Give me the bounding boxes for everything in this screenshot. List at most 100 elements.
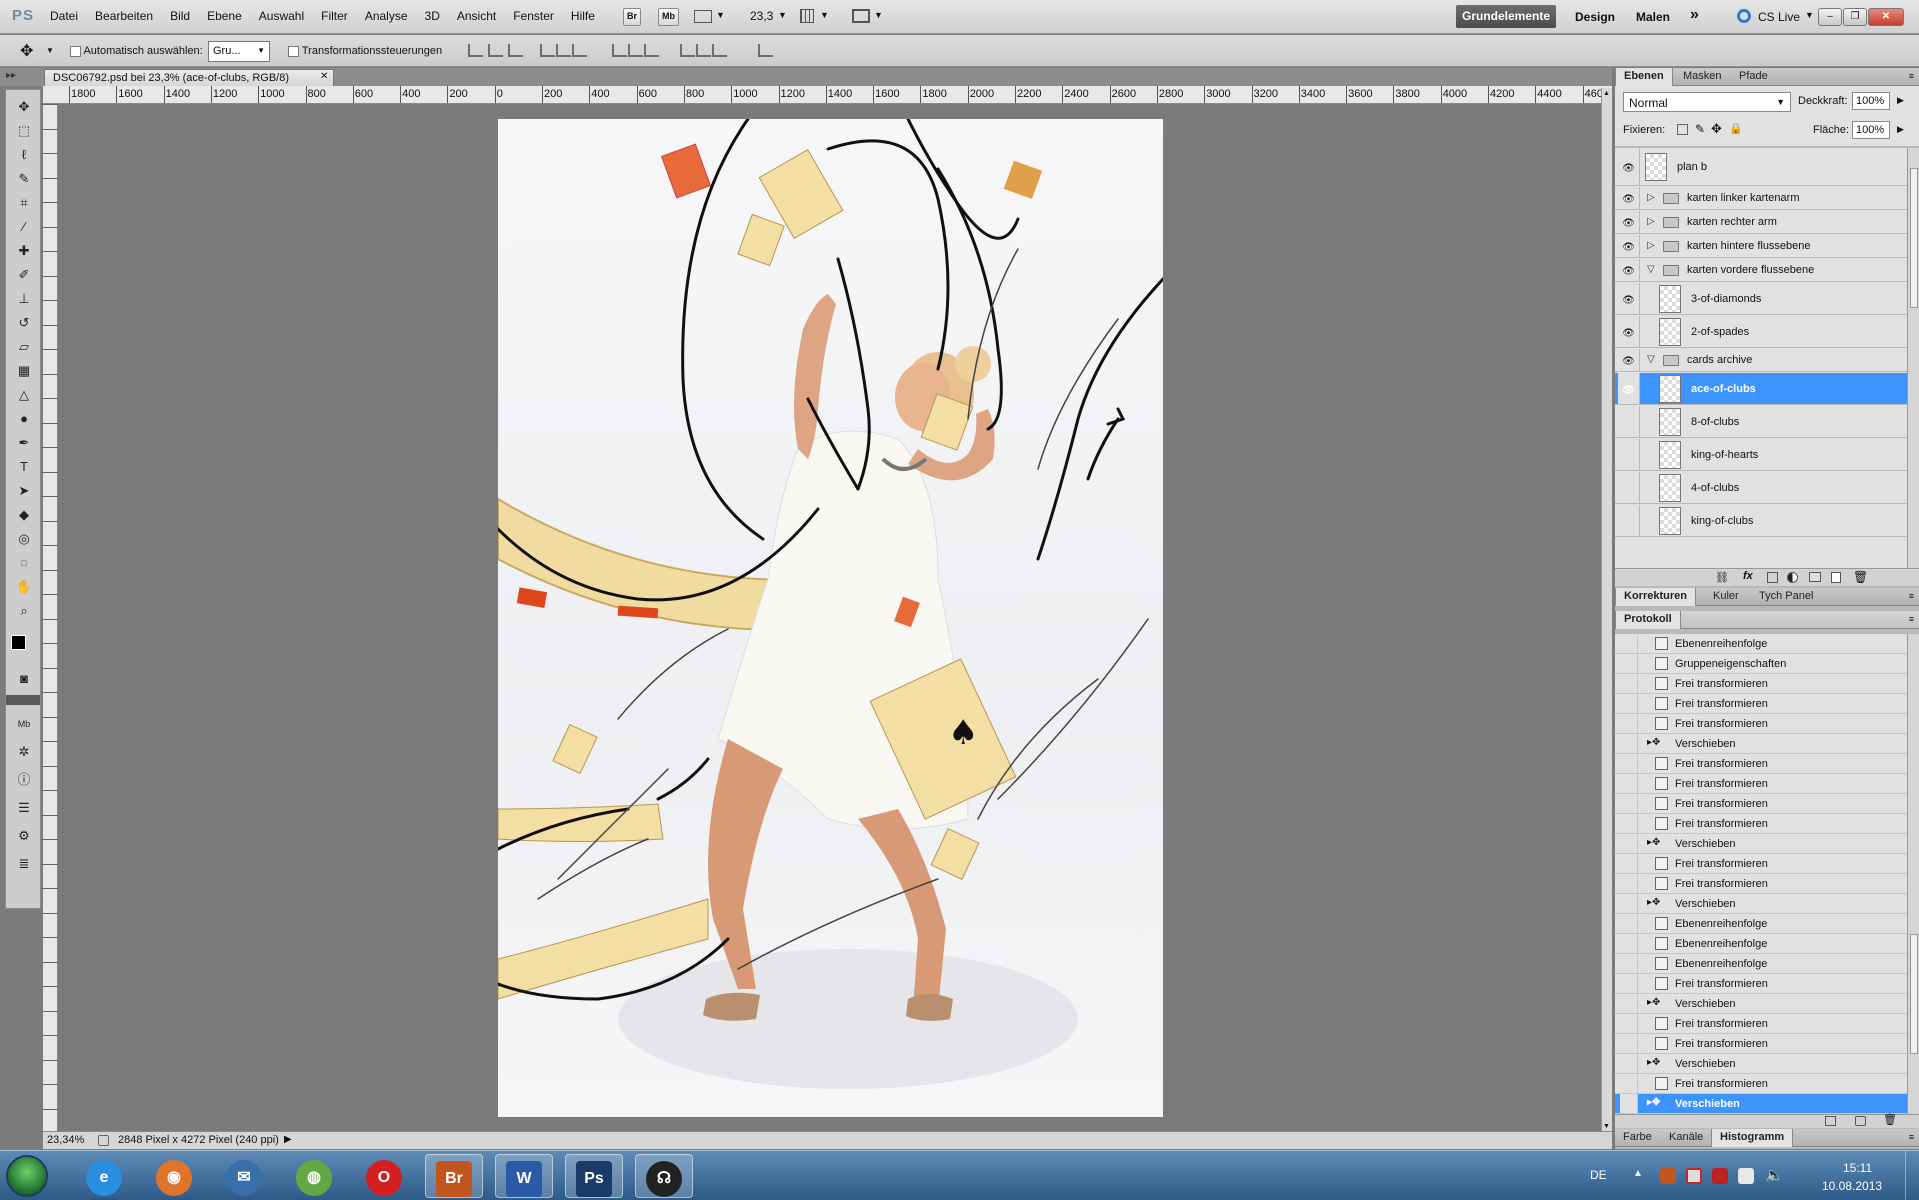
new-document-from-state-icon[interactable] bbox=[1825, 1116, 1836, 1126]
pen-tool-icon[interactable]: ✒ bbox=[14, 434, 34, 452]
taskbar-app-word[interactable]: W bbox=[495, 1154, 553, 1198]
workspace-more-button[interactable]: » bbox=[1690, 6, 1699, 24]
history-brush-source[interactable] bbox=[1620, 894, 1638, 913]
align-distribute-icon[interactable] bbox=[612, 44, 627, 57]
view-extras-icon[interactable] bbox=[694, 10, 712, 23]
lock-all-icon[interactable]: 🔒 bbox=[1729, 122, 1743, 135]
fill-slider-arrow-icon[interactable]: ▶ bbox=[1897, 124, 1904, 135]
expand-triangle-icon[interactable]: ▷ bbox=[1647, 192, 1655, 203]
align-distribute-icon[interactable] bbox=[508, 44, 523, 57]
history-brush-source[interactable] bbox=[1620, 1054, 1638, 1073]
scroll-down-icon[interactable]: ▼ bbox=[1603, 1123, 1610, 1130]
tab-channels[interactable]: Kanäle bbox=[1661, 1129, 1711, 1147]
tab-kuler[interactable]: Kuler bbox=[1705, 588, 1747, 606]
align-distribute-icon[interactable] bbox=[556, 44, 571, 57]
history-item[interactable]: Gruppeneigenschaften bbox=[1615, 654, 1907, 674]
new-layer-icon[interactable] bbox=[1831, 572, 1841, 583]
history-item[interactable]: ▸✥ Verschieben bbox=[1615, 734, 1907, 754]
history-brush-tool-icon[interactable]: ↺ bbox=[14, 314, 34, 332]
layer-row[interactable]: 4-of-clubs bbox=[1615, 472, 1907, 504]
align-distribute-icon[interactable] bbox=[696, 44, 711, 57]
close-document-icon[interactable]: ✕ bbox=[320, 71, 328, 82]
history-item[interactable]: Frei transformieren bbox=[1615, 774, 1907, 794]
history-brush-source[interactable] bbox=[1620, 874, 1638, 893]
layer-row[interactable]: plan b bbox=[1615, 148, 1907, 186]
visibility-eye-icon[interactable] bbox=[1618, 349, 1640, 371]
screen-mode-icon[interactable] bbox=[852, 9, 870, 23]
hand-tool-icon[interactable]: ✋ bbox=[14, 578, 34, 596]
visibility-eye-icon[interactable] bbox=[1618, 235, 1640, 257]
status-menu-arrow-icon[interactable]: ▶ bbox=[284, 1134, 292, 1145]
menu-3d[interactable]: 3D bbox=[425, 9, 440, 23]
lock-transparency-icon[interactable] bbox=[1677, 124, 1688, 135]
clone-stamp-tool-icon[interactable]: ⊥ bbox=[14, 290, 34, 308]
menu-datei[interactable]: Datei bbox=[50, 9, 78, 23]
menu-ebene[interactable]: Ebene bbox=[207, 9, 242, 23]
show-desktop-button[interactable] bbox=[1905, 1151, 1919, 1200]
history-item[interactable]: Frei transformieren bbox=[1615, 814, 1907, 834]
history-brush-source[interactable] bbox=[1620, 714, 1638, 733]
brush-tool-icon[interactable]: ✐ bbox=[14, 266, 34, 284]
align-distribute-icon[interactable] bbox=[468, 44, 483, 57]
start-button[interactable] bbox=[6, 1155, 48, 1197]
history-item[interactable]: Ebenenreihenfolge bbox=[1615, 934, 1907, 954]
workspace-paint-button[interactable]: Malen bbox=[1636, 10, 1670, 24]
zoom-tool-icon[interactable]: ⌕ bbox=[14, 602, 34, 620]
visibility-eye-icon[interactable] bbox=[1618, 283, 1640, 314]
history-brush-source[interactable] bbox=[1620, 934, 1638, 953]
bridge-button[interactable]: Br bbox=[623, 8, 642, 26]
healing-brush-tool-icon[interactable]: ✚ bbox=[14, 242, 34, 260]
expand-triangle-open-icon[interactable]: ▽ bbox=[1647, 354, 1655, 365]
history-brush-source[interactable] bbox=[1620, 1094, 1638, 1113]
eyedropper-tool-icon[interactable]: ⁄ bbox=[14, 218, 34, 236]
cs-live-menu[interactable]: CS Live bbox=[1758, 10, 1800, 24]
layer-row[interactable]: 8-of-clubs bbox=[1615, 406, 1907, 438]
tab-color[interactable]: Farbe bbox=[1615, 1129, 1660, 1147]
history-item[interactable]: Frei transformieren bbox=[1615, 1034, 1907, 1054]
align-distribute-icon[interactable] bbox=[758, 44, 773, 57]
expand-triangle-open-icon[interactable]: ▽ bbox=[1647, 264, 1655, 275]
history-brush-source[interactable] bbox=[1620, 754, 1638, 773]
gradient-tool-icon[interactable]: ▦ bbox=[14, 362, 34, 380]
security-tray-icon[interactable] bbox=[1712, 1168, 1728, 1184]
zoom-menu[interactable]: 23,3 bbox=[750, 9, 773, 23]
panel-menu-icon[interactable]: ≡ bbox=[1909, 591, 1914, 601]
menu-filter[interactable]: Filter bbox=[321, 9, 348, 23]
lock-pixels-icon[interactable]: ✎ bbox=[1695, 122, 1705, 136]
workspace-essentials-button[interactable]: Grundelemente bbox=[1456, 5, 1556, 28]
align-distribute-icon[interactable] bbox=[712, 44, 727, 57]
fill-input[interactable]: 100% bbox=[1852, 121, 1890, 139]
visibility-eye-icon[interactable] bbox=[1618, 373, 1640, 404]
history-item[interactable]: Ebenenreihenfolge bbox=[1615, 914, 1907, 934]
tray-expand-icon[interactable]: ▲ bbox=[1633, 1168, 1643, 1179]
history-item[interactable]: ▸✥ Verschieben bbox=[1615, 834, 1907, 854]
opacity-input[interactable]: 100% bbox=[1852, 92, 1890, 110]
auto-select-checkbox[interactable] bbox=[70, 45, 81, 57]
shape-tool-icon[interactable]: ◆ bbox=[14, 506, 34, 524]
expand-triangle-icon[interactable]: ▷ bbox=[1647, 240, 1655, 251]
blur-tool-icon[interactable]: △ bbox=[14, 386, 34, 404]
chevron-down-icon[interactable]: ▼ bbox=[1805, 10, 1814, 20]
minimize-button[interactable]: – bbox=[1818, 8, 1842, 26]
canvas-vertical-scrollbar[interactable]: ▲ ▼ bbox=[1601, 88, 1612, 1132]
minibridge-button[interactable]: Mb bbox=[658, 8, 679, 26]
new-group-icon[interactable] bbox=[1809, 572, 1821, 582]
menu-ansicht[interactable]: Ansicht bbox=[457, 9, 496, 23]
layer-row[interactable]: ▷ karten hintere flussebene bbox=[1615, 235, 1907, 258]
transform-controls-option[interactable]: Transformationssteuerungen bbox=[288, 45, 442, 57]
lock-position-icon[interactable]: ✥ bbox=[1711, 121, 1722, 137]
tab-adjustments[interactable]: Korrekturen bbox=[1615, 588, 1696, 606]
workspace-design-button[interactable]: Design bbox=[1575, 10, 1615, 24]
chevron-down-icon[interactable]: ▼ bbox=[46, 46, 54, 55]
visibility-eye-icon[interactable] bbox=[1618, 148, 1640, 185]
snapshot-icon[interactable] bbox=[1855, 1116, 1866, 1126]
trash-icon[interactable]: 🗑 bbox=[1853, 570, 1868, 584]
transform-controls-checkbox[interactable] bbox=[288, 45, 299, 57]
history-item[interactable]: Frei transformieren bbox=[1615, 714, 1907, 734]
add-mask-icon[interactable] bbox=[1767, 572, 1778, 583]
visibility-toggle[interactable] bbox=[1618, 472, 1640, 503]
panel-menu-icon[interactable]: ≡ bbox=[1909, 1132, 1914, 1142]
menu-analyse[interactable]: Analyse bbox=[365, 9, 408, 23]
history-item[interactable]: Frei transformieren bbox=[1615, 974, 1907, 994]
status-export-icon[interactable] bbox=[98, 1135, 109, 1146]
